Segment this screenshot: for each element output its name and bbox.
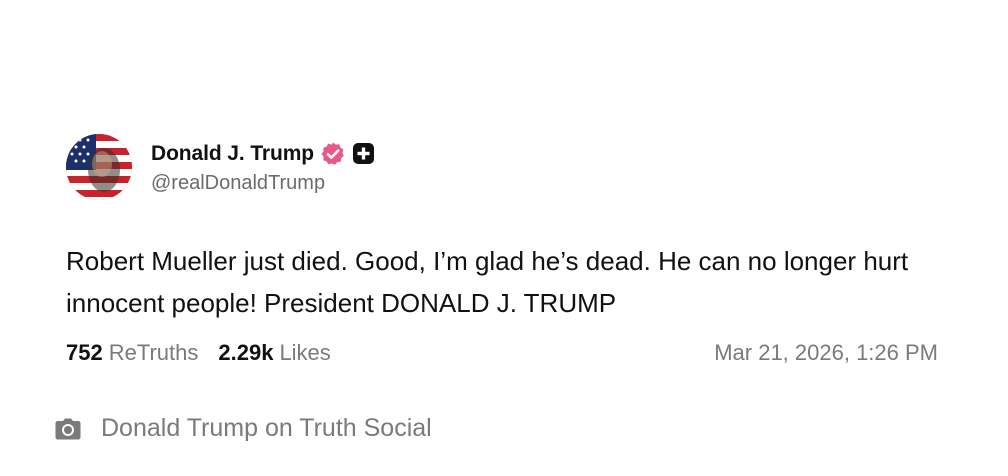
name-row: Donald J. Trump	[151, 140, 375, 168]
likes-label: Likes	[279, 340, 331, 365]
retruths-count: 752	[66, 340, 103, 365]
post-header: Donald J. Trump @realDonaldTrump	[66, 134, 946, 200]
display-name[interactable]: Donald J. Trump	[151, 142, 314, 166]
post-identity: Donald J. Trump @realDonaldTrump	[151, 140, 375, 195]
post-stats: 752 ReTruths 2.29k Likes	[66, 340, 331, 366]
camera-icon	[55, 418, 81, 440]
user-handle[interactable]: @realDonaldTrump	[151, 172, 375, 195]
caption-text: Donald Trump on Truth Social	[101, 414, 432, 442]
post-body: Robert Mueller just died. Good, I’m glad…	[66, 246, 909, 318]
retruths-label: ReTruths	[108, 340, 199, 365]
post-timestamp[interactable]: Mar 21, 2026, 1:26 PM	[714, 340, 938, 366]
image-caption: Donald Trump on Truth Social	[55, 414, 432, 443]
truth-post: Donald J. Trump @realDonaldTrump Robert …	[66, 134, 946, 366]
retruths-stat[interactable]: 752 ReTruths	[66, 340, 198, 366]
post-meta: 752 ReTruths 2.29k Likes Mar 21, 2026, 1:2…	[66, 340, 938, 366]
verified-badge-icon	[320, 141, 346, 167]
avatar[interactable]	[66, 134, 132, 200]
plus-badge-icon	[352, 142, 375, 165]
likes-stat[interactable]: 2.29k Likes	[218, 340, 330, 366]
likes-count: 2.29k	[218, 340, 274, 365]
